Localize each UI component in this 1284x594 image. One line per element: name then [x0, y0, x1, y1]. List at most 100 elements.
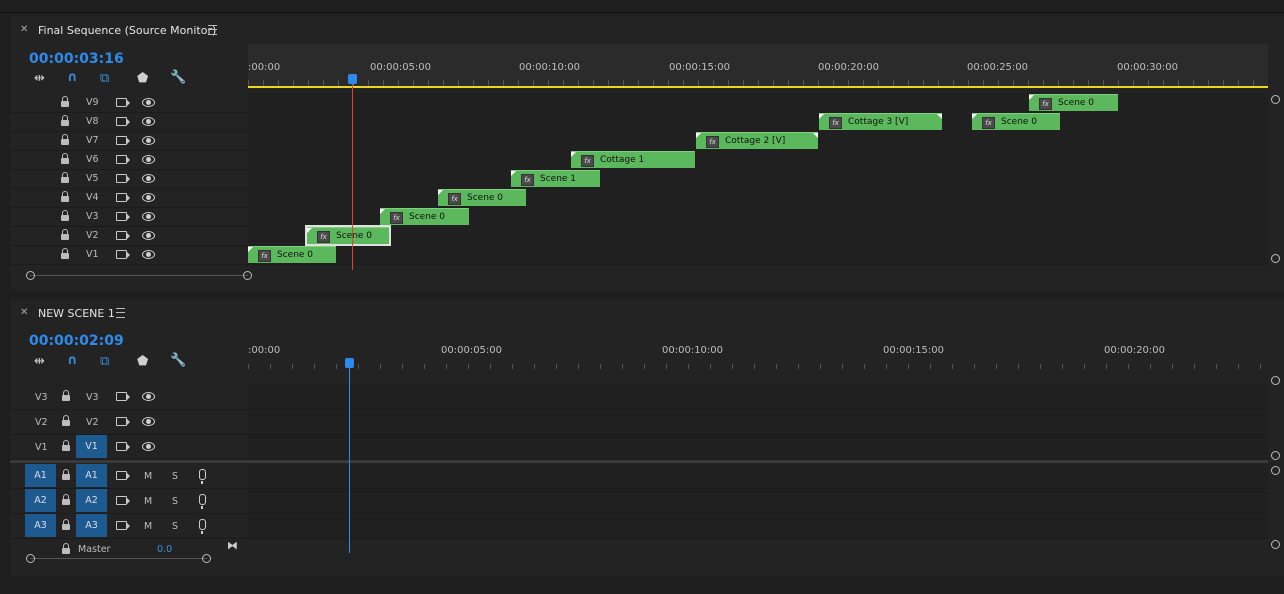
panel-title[interactable]: Final Sequence (Source Monitor) — [38, 24, 216, 37]
sync-lock-icon[interactable] — [116, 155, 130, 164]
eye-icon[interactable] — [142, 117, 155, 126]
master-value[interactable]: 0.0 — [157, 544, 172, 554]
lock-icon[interactable] — [61, 115, 69, 126]
playhead-marker[interactable] — [345, 358, 354, 368]
scroll-knob-left[interactable] — [26, 554, 35, 563]
track-lane[interactable] — [248, 435, 1268, 460]
track-lane[interactable] — [248, 514, 1268, 539]
sync-lock-icon[interactable] — [116, 117, 130, 126]
lock-icon[interactable] — [61, 229, 69, 240]
go-to-in-out-icon[interactable]: ⧓ — [227, 539, 238, 552]
horizontal-scrollbar[interactable] — [30, 275, 248, 276]
sync-lock-icon[interactable] — [116, 212, 130, 221]
source-track-toggle[interactable]: A2 — [25, 489, 56, 512]
clip[interactable]: fx Cottage 3 [V] — [819, 113, 942, 130]
track-lane[interactable] — [248, 464, 1268, 489]
clip[interactable]: fx Scene 0 — [380, 208, 469, 225]
sync-lock-icon[interactable] — [116, 417, 130, 426]
av-divider[interactable] — [10, 460, 1268, 463]
close-icon[interactable]: ✕ — [20, 307, 28, 318]
source-track[interactable]: V3 — [35, 392, 48, 403]
lock-icon[interactable] — [62, 519, 70, 530]
lock-icon[interactable] — [61, 210, 69, 221]
track-lane[interactable] — [248, 112, 1268, 132]
mic-icon[interactable] — [199, 494, 206, 509]
solo-button[interactable]: S — [172, 471, 178, 482]
source-track[interactable]: V1 — [35, 442, 48, 453]
time-ruler[interactable]: :00:00 00:00:05:00 00:00:10:00 00:00:15:… — [248, 327, 1268, 371]
sync-lock-icon[interactable] — [116, 174, 130, 183]
settings-wrench-icon[interactable]: 🔧 — [170, 353, 186, 368]
vscroll-knob-audio-bottom[interactable] — [1271, 540, 1280, 549]
lock-icon[interactable] — [62, 415, 70, 426]
scroll-knob-right[interactable] — [202, 554, 211, 563]
lock-icon[interactable] — [62, 494, 70, 505]
source-track-toggle[interactable]: A3 — [25, 514, 56, 537]
lock-icon[interactable] — [61, 191, 69, 202]
add-marker-icon[interactable]: ⬟ — [137, 354, 148, 369]
sync-lock-icon[interactable] — [116, 231, 130, 240]
linked-selection-icon[interactable]: ⧉ — [100, 354, 109, 369]
solo-button[interactable]: S — [172, 496, 178, 507]
source-track[interactable]: V2 — [35, 417, 48, 428]
clip[interactable]: fx Cottage 1 — [571, 151, 695, 168]
playhead-marker[interactable] — [348, 74, 357, 84]
track-lane[interactable] — [248, 410, 1268, 435]
lock-icon[interactable] — [61, 153, 69, 164]
clip-selected[interactable]: fx Scene 0 — [305, 225, 391, 246]
mic-icon[interactable] — [199, 519, 206, 534]
vscroll-knob-video-top[interactable] — [1271, 376, 1280, 385]
sync-lock-icon[interactable] — [116, 193, 130, 202]
eye-icon[interactable] — [142, 174, 155, 183]
time-ruler[interactable]: :00:00 00:00:05:00 00:00:10:00 00:00:15:… — [248, 44, 1268, 88]
lock-icon[interactable] — [62, 390, 70, 401]
timecode[interactable]: 00:00:03:16 — [29, 51, 124, 67]
target-track-toggle[interactable]: A2 — [76, 489, 107, 512]
track-lane[interactable] — [248, 226, 1268, 246]
clip[interactable]: fx Scene 1 — [511, 170, 600, 187]
sync-lock-icon[interactable] — [116, 521, 130, 530]
eye-icon[interactable] — [142, 392, 155, 401]
insert-nest-icon[interactable]: ⇹ — [34, 354, 45, 369]
target-track-toggle[interactable]: A1 — [76, 464, 107, 487]
mute-button[interactable]: M — [144, 471, 152, 482]
track-name[interactable]: V2 — [86, 417, 99, 428]
mute-button[interactable]: M — [144, 496, 152, 507]
clip[interactable]: fx Scene 0 — [972, 113, 1060, 130]
target-track-toggle[interactable]: V1 — [76, 435, 107, 458]
eye-icon[interactable] — [142, 98, 155, 107]
sync-lock-icon[interactable] — [116, 471, 130, 480]
lock-icon[interactable] — [62, 440, 70, 451]
linked-selection-icon[interactable]: ⧉ — [100, 71, 109, 86]
track-lane[interactable] — [248, 188, 1268, 208]
vscroll-knob-audio-top[interactable] — [1271, 466, 1280, 475]
target-track-toggle[interactable]: A3 — [76, 514, 107, 537]
snap-icon[interactable]: ∩ — [67, 70, 78, 85]
panel-menu-icon[interactable] — [116, 308, 125, 318]
timecode[interactable]: 00:00:02:09 — [29, 333, 124, 349]
source-track-toggle[interactable]: A1 — [25, 464, 56, 487]
sync-lock-icon[interactable] — [116, 250, 130, 259]
eye-icon[interactable] — [142, 250, 155, 259]
vscroll-knob-top[interactable] — [1271, 95, 1280, 104]
eye-icon[interactable] — [142, 212, 155, 221]
add-marker-icon[interactable]: ⬟ — [137, 71, 148, 86]
mic-icon[interactable] — [199, 469, 206, 484]
eye-icon[interactable] — [142, 417, 155, 426]
track-lane[interactable] — [248, 169, 1268, 189]
settings-wrench-icon[interactable]: 🔧 — [170, 70, 186, 85]
insert-nest-icon[interactable]: ⇹ — [34, 71, 45, 86]
track-name[interactable]: V3 — [86, 392, 99, 403]
lock-icon[interactable] — [61, 134, 69, 145]
clip[interactable]: fx Scene 0 — [438, 189, 526, 206]
eye-icon[interactable] — [142, 231, 155, 240]
solo-button[interactable]: S — [172, 521, 178, 532]
clip[interactable]: fx Cottage 2 [V] — [696, 132, 818, 149]
track-lane[interactable] — [248, 489, 1268, 514]
snap-icon[interactable]: ∩ — [67, 353, 78, 368]
sync-lock-icon[interactable] — [116, 392, 130, 401]
work-area-bar[interactable] — [248, 86, 1268, 88]
track-lane[interactable] — [248, 245, 1268, 265]
horizontal-scrollbar[interactable] — [30, 558, 207, 559]
lock-icon[interactable] — [61, 172, 69, 183]
